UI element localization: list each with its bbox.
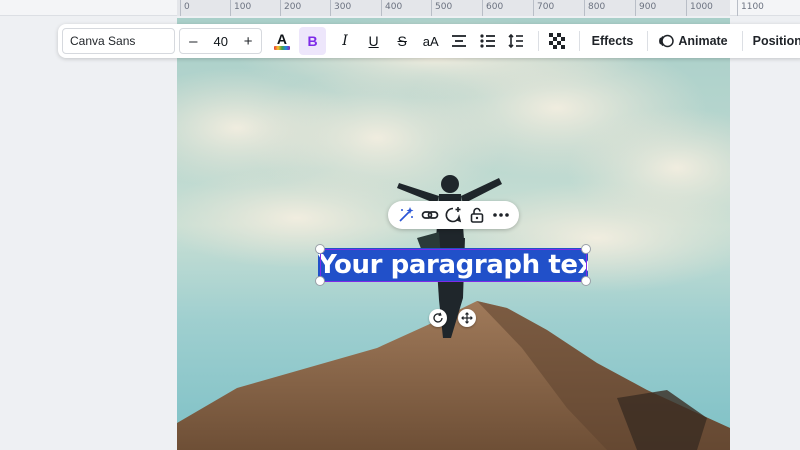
text-color-icon: A — [276, 30, 288, 47]
link-button[interactable] — [419, 204, 441, 226]
lock-button[interactable] — [466, 204, 488, 226]
more-dots-icon — [493, 213, 509, 217]
font-size-input[interactable]: 40 — [214, 34, 228, 49]
font-family-select[interactable]: Canva Sans — [62, 28, 176, 54]
ruler-tick: 0 — [180, 0, 190, 16]
toolbar-divider — [741, 31, 743, 51]
align-center-icon — [452, 35, 467, 47]
list-button[interactable] — [474, 27, 502, 55]
ruler-tick: 900 — [635, 0, 656, 16]
align-button[interactable] — [445, 27, 473, 55]
selection-outline — [320, 249, 587, 282]
bold-button[interactable]: B — [298, 27, 327, 55]
spacing-button[interactable] — [503, 27, 531, 55]
decrease-size-button[interactable]: – — [186, 33, 200, 50]
link-icon — [421, 211, 439, 219]
animate-button[interactable]: Animate — [652, 33, 733, 49]
ruler-tick: 100 — [230, 0, 251, 16]
transparency-icon — [548, 33, 565, 49]
comment-button[interactable] — [442, 204, 464, 226]
resize-handle-bottom-right[interactable] — [581, 276, 591, 286]
more-options-button[interactable] — [490, 204, 512, 226]
lock-icon — [470, 207, 484, 223]
animate-label: Animate — [678, 34, 728, 48]
design-canvas[interactable] — [177, 18, 730, 450]
resize-handle-bottom-left[interactable] — [315, 276, 325, 286]
bullet-list-icon — [480, 34, 495, 48]
move-button[interactable] — [458, 309, 476, 327]
comment-add-icon — [446, 207, 462, 223]
toolbar-divider — [578, 31, 580, 51]
text-color-button[interactable]: A — [268, 27, 296, 55]
animate-icon — [659, 34, 675, 48]
effects-button[interactable]: Effects — [586, 34, 640, 48]
ruler-tick: 200 — [280, 0, 301, 16]
ruler-tick: 400 — [381, 0, 402, 16]
font-size-stepper: – 40 + — [179, 28, 263, 54]
increase-size-button[interactable]: + — [241, 33, 255, 50]
ruler-tick: 1000 — [686, 0, 713, 16]
ruler-tick: 1100 — [737, 0, 764, 16]
ruler-tick: 800 — [584, 0, 605, 16]
magic-wand-icon — [399, 207, 414, 222]
line-spacing-icon — [508, 33, 524, 49]
ruler-tick: 300 — [330, 0, 351, 16]
move-arrows-icon — [461, 312, 473, 324]
underline-button[interactable]: U — [360, 27, 388, 55]
element-context-menu — [388, 201, 519, 229]
color-bar — [273, 45, 290, 50]
italic-button[interactable]: I — [331, 27, 359, 55]
ruler-tick: 600 — [482, 0, 503, 16]
rotate-button[interactable] — [429, 309, 447, 327]
mountain-photo — [177, 18, 730, 450]
toolbar-divider — [538, 31, 540, 51]
ruler-tick: 500 — [431, 0, 452, 16]
magic-write-button[interactable] — [395, 204, 417, 226]
resize-handle-top-right[interactable] — [581, 244, 591, 254]
strikethrough-button[interactable]: S — [388, 27, 416, 55]
transparency-button[interactable] — [543, 27, 571, 55]
rotate-icon — [433, 312, 443, 323]
letter-case-button[interactable]: aA — [417, 27, 445, 55]
ruler-tick: 700 — [533, 0, 554, 16]
position-button[interactable]: Position — [747, 34, 800, 48]
horizontal-ruler: 0 100 200 300 400 500 600 700 800 900 10… — [0, 0, 800, 16]
resize-handle-top-left[interactable] — [315, 244, 325, 254]
toolbar-divider — [647, 31, 649, 51]
text-toolbar: Canva Sans – 40 + A B I U S aA Effects A… — [58, 24, 800, 58]
